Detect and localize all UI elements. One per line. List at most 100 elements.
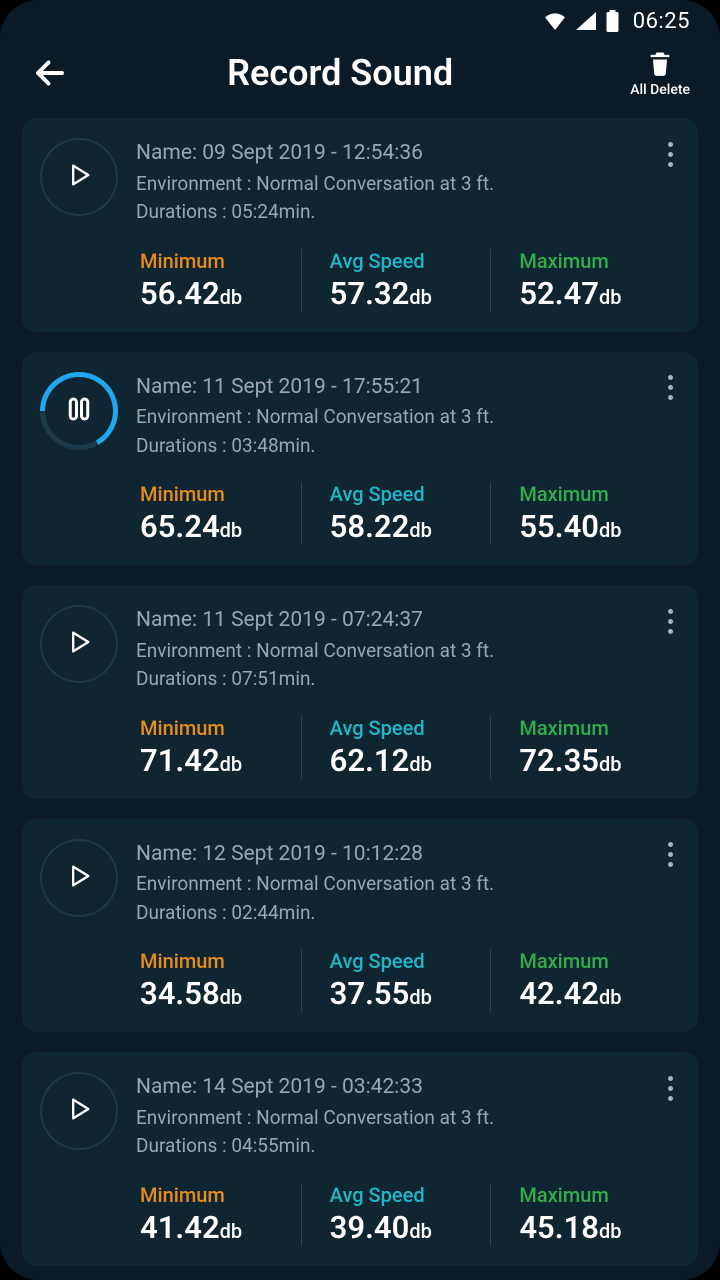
stat-minimum: Minimum 65.24db [140,482,301,545]
stat-avg: Avg Speed 57.32db [301,249,491,312]
stat-minimum-value: 71.42db [140,742,297,779]
stat-minimum-label: Minimum [140,249,297,273]
stat-avg-value: 37.55db [330,975,487,1012]
play-button[interactable] [40,839,118,917]
recordings-list: Name: 09 Sept 2019 - 12:54:36 Environmen… [0,118,720,1266]
stat-maximum-label: Maximum [519,249,676,273]
stat-maximum-label: Maximum [519,949,676,973]
wifi-icon [544,12,566,30]
stat-avg-value: 57.32db [330,275,487,312]
stat-minimum-value: 34.58db [140,975,297,1012]
stat-maximum: Maximum 52.47db [490,249,680,312]
trash-icon [646,48,674,78]
recording-name: Name: 12 Sept 2019 - 10:12:28 [136,839,680,871]
stat-maximum: Maximum 55.40db [490,482,680,545]
stat-maximum-label: Maximum [519,716,676,740]
play-button[interactable] [40,1072,118,1150]
recording-card: Name: 12 Sept 2019 - 10:12:28 Environmen… [22,819,698,1033]
stat-minimum: Minimum 34.58db [140,949,301,1012]
recording-duration: Durations : 07:51min. [136,665,680,694]
status-bar: 06:25 [0,0,720,36]
recording-duration: Durations : 02:44min. [136,899,680,928]
stat-maximum: Maximum 45.18db [490,1183,680,1246]
stat-avg: Avg Speed 58.22db [301,482,491,545]
stat-maximum-label: Maximum [519,1183,676,1207]
play-icon [65,161,93,193]
recording-meta: Name: 12 Sept 2019 - 10:12:28 Environmen… [136,837,680,928]
stat-maximum: Maximum 42.42db [490,949,680,1012]
stat-minimum-label: Minimum [140,716,297,740]
stat-minimum: Minimum 41.42db [140,1183,301,1246]
stat-minimum-value: 56.42db [140,275,297,312]
recording-card: Name: 14 Sept 2019 - 03:42:33 Environmen… [22,1052,698,1266]
play-button[interactable] [40,138,118,216]
app-header: Record Sound All Delete [0,36,720,108]
recording-name: Name: 14 Sept 2019 - 03:42:33 [136,1072,680,1104]
status-time: 06:25 [633,9,690,34]
stat-minimum-value: 65.24db [140,508,297,545]
stat-minimum-value: 41.42db [140,1209,297,1246]
stats-row: Minimum 34.58db Avg Speed 37.55db Maximu… [40,949,680,1012]
stats-row: Minimum 41.42db Avg Speed 39.40db Maximu… [40,1183,680,1246]
stat-avg-label: Avg Speed [330,949,487,973]
stat-avg: Avg Speed 62.12db [301,716,491,779]
stat-maximum: Maximum 72.35db [490,716,680,779]
recording-meta: Name: 09 Sept 2019 - 12:54:36 Environmen… [136,136,680,227]
recording-name: Name: 09 Sept 2019 - 12:54:36 [136,138,680,170]
battery-icon [606,10,619,32]
card-menu-button[interactable] [656,1070,684,1106]
recording-environment: Environment : Normal Conversation at 3 f… [136,637,680,666]
cell-signal-icon [576,12,596,30]
recording-duration: Durations : 04:55min. [136,1132,680,1161]
card-menu-button[interactable] [656,136,684,172]
play-icon [65,862,93,894]
stat-maximum-value: 55.40db [519,508,676,545]
recording-card: Name: 11 Sept 2019 - 07:24:37 Environmen… [22,585,698,799]
play-icon [65,1095,93,1127]
recording-meta: Name: 11 Sept 2019 - 17:55:21 Environmen… [136,370,680,461]
pause-icon [64,394,94,428]
stat-minimum-label: Minimum [140,1183,297,1207]
card-menu-button[interactable] [656,837,684,873]
recording-duration: Durations : 03:48min. [136,432,680,461]
stats-row: Minimum 65.24db Avg Speed 58.22db Maximu… [40,482,680,545]
delete-all-button[interactable]: All Delete [630,48,690,98]
play-icon [65,628,93,660]
recording-card: Name: 11 Sept 2019 - 17:55:21 Environmen… [22,352,698,566]
pause-button[interactable] [40,372,118,450]
stat-minimum: Minimum 71.42db [140,716,301,779]
card-menu-button[interactable] [656,370,684,406]
stat-maximum-value: 52.47db [519,275,676,312]
stat-avg-label: Avg Speed [330,482,487,506]
stat-minimum-label: Minimum [140,949,297,973]
stat-avg-label: Avg Speed [330,249,487,273]
recording-name: Name: 11 Sept 2019 - 07:24:37 [136,605,680,637]
recording-duration: Durations : 05:24min. [136,198,680,227]
stat-maximum-value: 72.35db [519,742,676,779]
stats-row: Minimum 71.42db Avg Speed 62.12db Maximu… [40,716,680,779]
recording-name: Name: 11 Sept 2019 - 17:55:21 [136,372,680,404]
recording-card: Name: 09 Sept 2019 - 12:54:36 Environmen… [22,118,698,332]
stat-avg-value: 62.12db [330,742,487,779]
screen: 06:25 Record Sound All Delete Name: 09 S… [0,0,720,1280]
recording-environment: Environment : Normal Conversation at 3 f… [136,170,680,199]
stat-maximum-value: 45.18db [519,1209,676,1246]
stat-avg-value: 58.22db [330,508,487,545]
stat-avg: Avg Speed 39.40db [301,1183,491,1246]
stat-avg-label: Avg Speed [330,1183,487,1207]
stat-maximum-value: 42.42db [519,975,676,1012]
card-menu-button[interactable] [656,603,684,639]
recording-environment: Environment : Normal Conversation at 3 f… [136,403,680,432]
stat-avg-value: 39.40db [330,1209,487,1246]
stat-avg: Avg Speed 37.55db [301,949,491,1012]
recording-meta: Name: 11 Sept 2019 - 07:24:37 Environmen… [136,603,680,694]
recording-meta: Name: 14 Sept 2019 - 03:42:33 Environmen… [136,1070,680,1161]
recording-environment: Environment : Normal Conversation at 3 f… [136,1104,680,1133]
stat-avg-label: Avg Speed [330,716,487,740]
stat-minimum: Minimum 56.42db [140,249,301,312]
stat-minimum-label: Minimum [140,482,297,506]
stat-maximum-label: Maximum [519,482,676,506]
page-title: Record Sound [50,52,630,94]
stats-row: Minimum 56.42db Avg Speed 57.32db Maximu… [40,249,680,312]
play-button[interactable] [40,605,118,683]
